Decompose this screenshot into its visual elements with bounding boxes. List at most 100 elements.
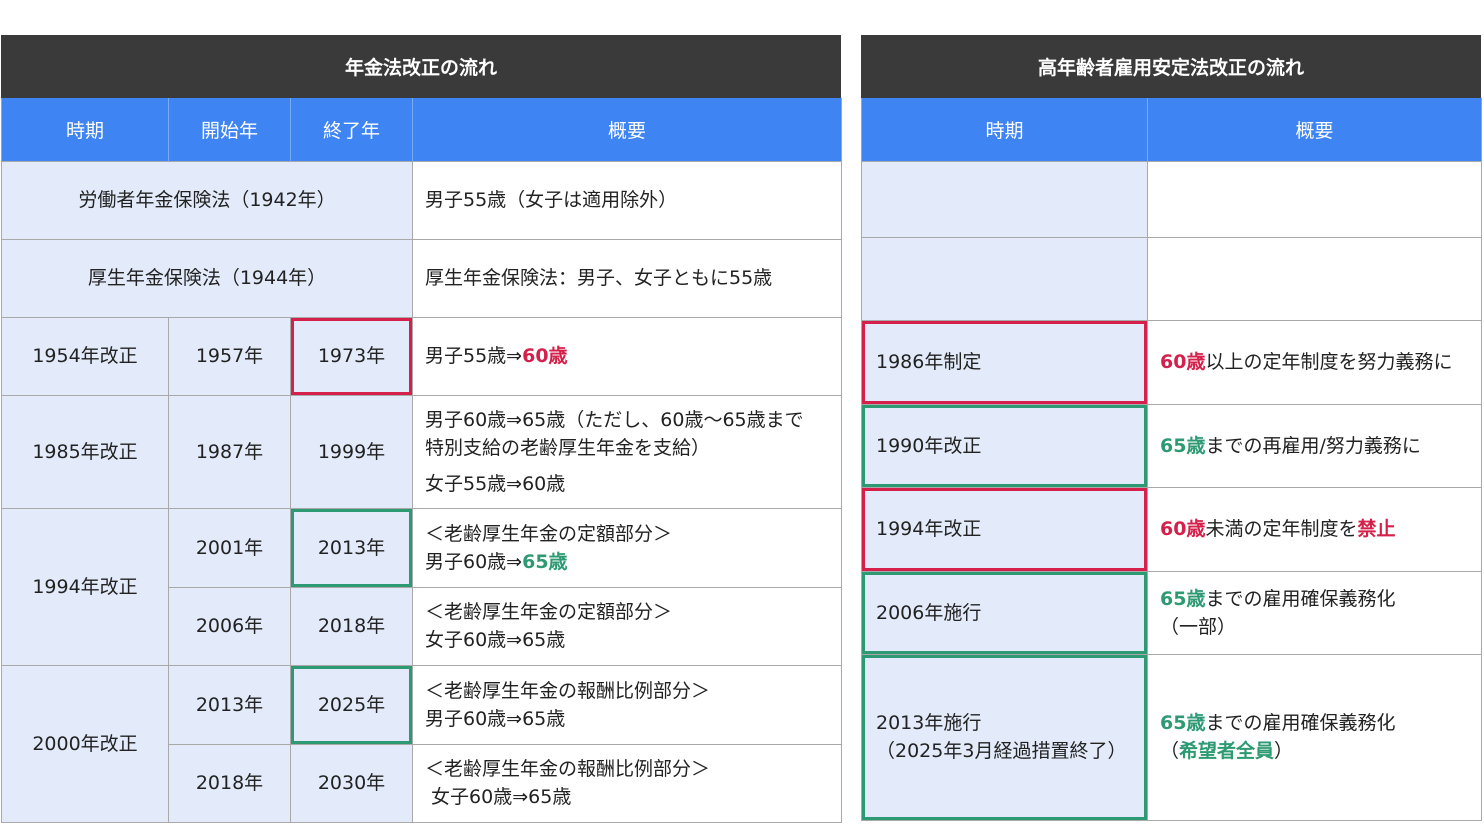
period-cell: 厚生年金保険法（1944年） (1, 238, 413, 318)
period-cell: 1985年改正 (1, 394, 169, 509)
table-row: 1994年改正 60歳未満の定年制度を禁止 (861, 486, 1482, 572)
emphasis-age: 65歳 (1160, 434, 1206, 457)
table-row: 1994年改正 2001年 2013年 ＜老齢厚生年金の定額部分＞ 男子60歳⇒… (1, 507, 842, 666)
header-summary: 概要 (412, 98, 842, 161)
end-year-cell: 2030年 (290, 743, 413, 823)
start-year-cell: 2013年 (168, 664, 291, 745)
end-year-cell-highlighted: 1973年 (290, 316, 413, 396)
period-cell: 2000年改正 (1, 664, 169, 823)
summary-cell-empty (1147, 236, 1482, 321)
emphasis-prohibited: 禁止 (1357, 518, 1396, 540)
table-row: 労働者年金保険法（1942年） 男子55歳（女子は適用除外） (1, 160, 842, 240)
summary-text: までの雇用確保義務化 (1205, 712, 1396, 734)
table-row: 1954年改正 1957年 1973年 男子55歳⇒60歳 (1, 316, 842, 396)
summary-line: ＜老齢厚生年金の報酬比例部分＞ (425, 679, 711, 702)
start-year-cell: 1957年 (168, 316, 291, 396)
summary-cell: ＜老齢厚生年金の定額部分＞ 女子60歳⇒65歳 (412, 586, 842, 666)
pension-header-row: 時期 開始年 終了年 概要 (1, 98, 842, 161)
summary-line: 男子60歳⇒65歳（ただし、60歳～65歳まで (425, 408, 804, 431)
emphasis-age: 60歳 (1160, 351, 1206, 373)
summary-line: （一部） (1160, 615, 1237, 638)
period-cell-highlighted: 2013年施行 （2025年3月経過措置終了） (861, 653, 1148, 821)
period-cell-highlighted: 1990年改正 (861, 403, 1148, 488)
summary-cell: 厚生年金保険法：男子、女子ともに55歳 (412, 238, 842, 318)
period-cell: 1954年改正 (1, 316, 169, 396)
summary-line: 65歳までの雇用確保義務化 (1160, 709, 1469, 737)
summary-line: （希望者全員） (1160, 737, 1469, 765)
summary-line: 女子55歳⇒60歳 (425, 472, 566, 495)
summary-text: （ (1160, 740, 1180, 762)
summary-text: 男子55歳⇒ (425, 345, 523, 367)
end-year-cell-highlighted: 2025年 (290, 664, 413, 745)
emphasis-all-applicants: 希望者全員 (1179, 740, 1275, 762)
summary-line: 特別支給の老齢厚生年金を支給） (425, 436, 711, 459)
end-year-cell-highlighted: 2013年 (290, 507, 413, 588)
header-summary: 概要 (1147, 98, 1482, 161)
employment-reform-table: 時期 概要 1986年制定 60歳以上の定年制度を努力義務に 1990年改正 6… (861, 98, 1482, 821)
table-row: 1990年改正 65歳までの再雇用/努力義務に (861, 403, 1482, 488)
emphasis-age: 65歳 (1160, 712, 1206, 734)
period-cell: 労働者年金保険法（1942年） (1, 160, 413, 240)
header-period: 時期 (1, 98, 169, 161)
summary-text: ） (1274, 740, 1294, 762)
summary-line: 男子60歳⇒65歳 (425, 707, 566, 730)
summary-cell: ＜老齢厚生年金の報酬比例部分＞ 男子60歳⇒65歳 (412, 664, 842, 745)
summary-text: までの雇用確保義務化 (1205, 587, 1396, 610)
pension-reform-table: 時期 開始年 終了年 概要 労働者年金保険法（1942年） 男子55歳（女子は適… (1, 98, 842, 823)
summary-text: までの再雇用/努力義務に (1205, 434, 1421, 457)
summary-cell: ＜老齢厚生年金の報酬比例部分＞ 女子60歳⇒65歳 (412, 743, 842, 823)
summary-line: ＜老齢厚生年金の定額部分＞ (425, 601, 673, 623)
table-row: 2013年施行 （2025年3月経過措置終了） 65歳までの雇用確保義務化 （希… (861, 653, 1482, 821)
table-row (861, 236, 1482, 321)
header-period: 時期 (861, 98, 1148, 161)
end-year-cell: 1999年 (290, 394, 413, 509)
start-year-cell: 2018年 (168, 743, 291, 823)
summary-cell: 男子60歳⇒65歳（ただし、60歳～65歳まで 特別支給の老齢厚生年金を支給） … (412, 394, 842, 509)
summary-line: ＜老齢厚生年金の報酬比例部分＞ (425, 758, 711, 780)
start-year-cell: 2006年 (168, 586, 291, 666)
emphasis-age: 65歳 (522, 550, 568, 573)
table-row: 2000年改正 2013年 2025年 ＜老齢厚生年金の報酬比例部分＞ 男子60… (1, 664, 842, 823)
summary-cell: 65歳までの再雇用/努力義務に (1147, 403, 1482, 488)
table-row (861, 160, 1482, 238)
emphasis-age: 60歳 (1160, 518, 1206, 540)
summary-cell: 65歳までの雇用確保義務化 （希望者全員） (1147, 653, 1482, 821)
header-end-year: 終了年 (290, 98, 413, 161)
period-cell-empty (861, 236, 1148, 321)
employment-reform-title: 高年齢者雇用安定法改正の流れ (861, 35, 1481, 98)
summary-line: 65歳までの雇用確保義務化 (1160, 585, 1469, 613)
end-year-cell: 2018年 (290, 586, 413, 666)
employment-reform-panel: 高年齢者雇用安定法改正の流れ 時期 概要 1986年制定 60歳以上の定年制度を… (861, 35, 1482, 821)
summary-line: ＜老齢厚生年金の定額部分＞ (425, 522, 673, 545)
period-line: （2025年3月経過措置終了） (876, 740, 1127, 762)
summary-line: 女子60歳⇒65歳 (425, 786, 572, 808)
summary-text: 男子60歳⇒ (425, 550, 523, 573)
summary-line: 男子60歳⇒65歳 (425, 548, 829, 576)
summary-cell-empty (1147, 160, 1482, 238)
emphasis-age: 60歳 (522, 345, 568, 367)
start-year-cell: 2001年 (168, 507, 291, 588)
summary-cell: ＜老齢厚生年金の定額部分＞ 男子60歳⇒65歳 (412, 507, 842, 588)
period-cell: 1994年改正 (1, 507, 169, 666)
summary-cell: 男子55歳（女子は適用除外） (412, 160, 842, 240)
summary-cell: 男子55歳⇒60歳 (412, 316, 842, 396)
summary-cell: 60歳未満の定年制度を禁止 (1147, 486, 1482, 572)
period-cell-highlighted: 2006年施行 (861, 570, 1148, 655)
table-row: 1985年改正 1987年 1999年 男子60歳⇒65歳（ただし、60歳～65… (1, 394, 842, 509)
start-year-cell: 1987年 (168, 394, 291, 509)
period-cell-highlighted: 1994年改正 (861, 486, 1148, 572)
table-row: 厚生年金保険法（1944年） 厚生年金保険法：男子、女子ともに55歳 (1, 238, 842, 318)
emphasis-age: 65歳 (1160, 587, 1206, 610)
period-line: 2013年施行 (876, 712, 982, 734)
summary-cell: 60歳以上の定年制度を努力義務に (1147, 319, 1482, 405)
table-row: 1986年制定 60歳以上の定年制度を努力義務に (861, 319, 1482, 405)
pension-reform-panel: 年金法改正の流れ 時期 開始年 終了年 概要 労働者年金保険法（1942年） 男… (1, 35, 842, 823)
employment-header-row: 時期 概要 (861, 98, 1482, 161)
table-row: 2006年施行 65歳までの雇用確保義務化 （一部） (861, 570, 1482, 655)
summary-text: 未満の定年制度を (1205, 518, 1358, 540)
summary-cell: 65歳までの雇用確保義務化 （一部） (1147, 570, 1482, 655)
header-start-year: 開始年 (168, 98, 291, 161)
summary-text: 以上の定年制度を努力義務に (1205, 351, 1453, 373)
pension-reform-title: 年金法改正の流れ (1, 35, 841, 98)
period-cell-empty (861, 160, 1148, 238)
